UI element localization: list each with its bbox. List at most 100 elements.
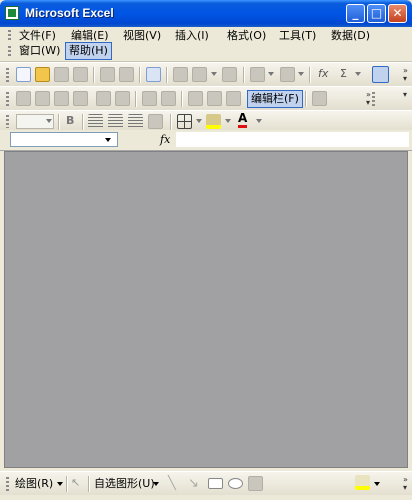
textbox-icon[interactable] [248, 476, 263, 491]
window-title: Microsoft Excel [25, 6, 114, 20]
tool-icon-9[interactable] [188, 91, 203, 106]
undo-icon[interactable] [250, 67, 265, 82]
font-color-icon[interactable]: A [238, 112, 248, 128]
close-button[interactable]: ✕ [388, 4, 407, 23]
tool-icon-10[interactable] [207, 91, 222, 106]
formula-input[interactable] [176, 132, 409, 147]
toolbar-grip[interactable] [6, 68, 9, 82]
separator [135, 91, 137, 107]
open-icon[interactable] [35, 67, 50, 82]
reviewing-toolbar: 编辑栏(F) » ▾ ▾ [0, 86, 412, 111]
tool-icon-1[interactable] [16, 91, 31, 106]
borders-dropdown-icon[interactable] [196, 119, 202, 123]
tool-icon-5[interactable] [96, 91, 111, 106]
tool-icon-8[interactable] [161, 91, 176, 106]
autosum-icon[interactable]: Σ [340, 67, 347, 81]
tool-icon-4[interactable] [73, 91, 88, 106]
rectangle-icon[interactable] [208, 478, 223, 489]
paste-icon[interactable] [192, 67, 207, 82]
menu-file[interactable]: 文件(F) [16, 28, 59, 44]
print-preview-icon[interactable] [119, 67, 134, 82]
format-painter-icon[interactable] [222, 67, 237, 82]
arrow-icon[interactable]: ↘ [188, 476, 203, 491]
menu-insert[interactable]: 插入(I) [172, 28, 212, 44]
help-icon[interactable] [372, 66, 389, 83]
separator [305, 91, 307, 107]
tool-icon-6[interactable] [115, 91, 130, 106]
menu-data[interactable]: 数据(D) [328, 28, 373, 44]
fill-color-icon-bottom[interactable] [355, 475, 370, 490]
fill-color-dropdown-icon-bottom[interactable] [374, 482, 380, 486]
separator [170, 114, 172, 130]
toolbar-grip-right[interactable] [372, 92, 375, 106]
merge-center-icon[interactable] [148, 114, 163, 129]
fill-color-dropdown-icon[interactable] [225, 119, 231, 123]
bold-icon[interactable]: B [66, 114, 74, 128]
save-icon[interactable] [54, 67, 69, 82]
fill-color-icon[interactable] [206, 114, 221, 129]
minimize-button[interactable]: _ [346, 4, 365, 23]
toolbar-grip[interactable] [6, 477, 9, 491]
font-size-dropdown-icon[interactable] [46, 119, 52, 123]
menu-window[interactable]: 窗口(W) [16, 43, 63, 59]
drawing-toolbar: 绘图(R) ↖ 自选图形(U) ╲ ↘ » ▾ [0, 471, 412, 496]
borders-icon[interactable] [177, 114, 192, 129]
undo-dropdown-icon[interactable] [268, 72, 274, 76]
align-right-icon[interactable] [128, 114, 143, 129]
redo-dropdown-icon[interactable] [298, 72, 304, 76]
align-left-icon[interactable] [88, 114, 103, 129]
new-icon[interactable] [16, 67, 31, 82]
menu-format[interactable]: 格式(O) [224, 28, 269, 44]
tool-icon-3[interactable] [54, 91, 69, 106]
formatting-toolbar: B A [0, 110, 412, 132]
menu-help[interactable]: 帮助(H) [65, 42, 112, 60]
name-box[interactable] [10, 132, 118, 147]
print-icon[interactable] [100, 67, 115, 82]
separator [93, 67, 95, 83]
tool-icon-2[interactable] [35, 91, 50, 106]
toolbar-options-icon-2[interactable]: ▾ [403, 91, 409, 107]
standard-toolbar: fx Σ » ▾ [0, 62, 412, 87]
separator [166, 67, 168, 83]
draw-menu-dropdown-icon[interactable] [57, 482, 63, 486]
workbook-area[interactable] [4, 151, 408, 468]
redo-icon[interactable] [280, 67, 295, 82]
permission-icon[interactable] [73, 67, 88, 82]
menu-tools[interactable]: 工具(T) [276, 28, 319, 44]
tool-icon-11[interactable] [226, 91, 241, 106]
research-icon[interactable] [146, 67, 161, 82]
insert-function-label[interactable]: fx [160, 133, 170, 146]
menu-grip[interactable] [8, 30, 11, 42]
menu-bar: 文件(F) 编辑(E) 视图(V) 插入(I) 格式(O) 工具(T) 数据(D… [0, 27, 412, 62]
tool-icon-7[interactable] [142, 91, 157, 106]
title-bar[interactable]: Microsoft Excel _ □ ✕ [0, 0, 412, 27]
select-objects-icon[interactable]: ↖ [71, 476, 86, 491]
maximize-button[interactable]: □ [367, 4, 386, 23]
menu-grip-2[interactable] [8, 46, 11, 58]
separator [139, 67, 141, 83]
autoshapes-dropdown-icon[interactable] [153, 482, 159, 486]
edit-formula-bar-button[interactable]: 编辑栏(F) [247, 90, 303, 108]
align-center-icon[interactable] [108, 114, 123, 129]
tool-icon-12[interactable] [312, 91, 327, 106]
copy-icon[interactable] [173, 67, 188, 82]
separator [66, 476, 68, 492]
separator [181, 91, 183, 107]
separator [88, 476, 90, 492]
paste-dropdown-icon[interactable] [211, 72, 217, 76]
draw-menu-button[interactable]: 绘图(R) [12, 476, 56, 492]
toolbar-grip[interactable] [6, 92, 9, 106]
font-color-dropdown-icon[interactable] [256, 119, 262, 123]
toolbar-options-icon[interactable]: » ▾ [403, 67, 409, 83]
oval-icon[interactable] [228, 478, 243, 489]
autosum-dropdown-icon[interactable] [355, 72, 361, 76]
toolbar-options-icon-bottom[interactable]: » ▾ [403, 476, 409, 492]
menu-view[interactable]: 视图(V) [120, 28, 164, 44]
insert-function-icon[interactable]: fx [318, 67, 328, 81]
toolbar-grip[interactable] [6, 115, 9, 128]
name-box-dropdown-icon[interactable] [105, 138, 111, 142]
line-icon[interactable]: ╲ [168, 476, 183, 491]
autoshapes-menu-button[interactable]: 自选图形(U) [91, 476, 158, 492]
separator [243, 67, 245, 83]
excel-app-icon[interactable] [5, 6, 19, 20]
